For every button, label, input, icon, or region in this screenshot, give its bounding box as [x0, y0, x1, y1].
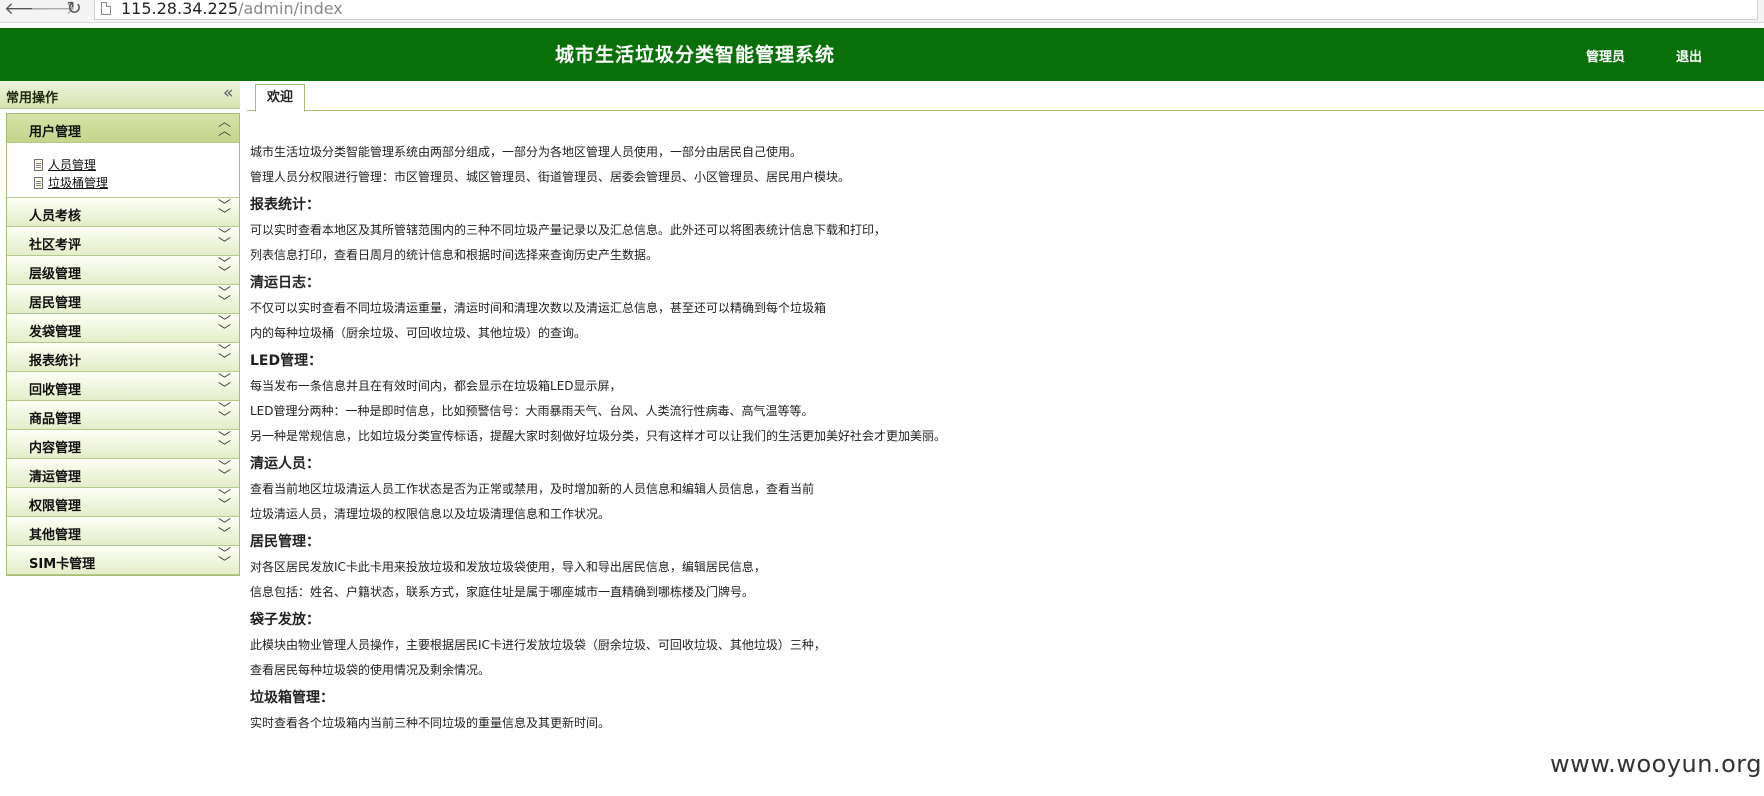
chevron-down-icon: ﹀ ﹀ — [217, 315, 231, 339]
url-path: /admin/index — [238, 0, 343, 18]
sidebar-section-label: 层级管理 — [29, 267, 82, 282]
chevron-down-icon: ﹀ ﹀ — [217, 402, 231, 426]
sidebar-section-label: 回收管理 — [29, 383, 82, 398]
paragraph: LED管理分两种：一种是即时信息，比如预警信号：大雨暴雨天气、台风、人类流行性病… — [250, 404, 814, 418]
sidebar-section-product-management[interactable]: 商品管理 ﹀ ﹀ — [7, 401, 239, 430]
admin-user-label: 管理员 — [1586, 50, 1626, 65]
sidebar-section-label: 报表统计 — [29, 354, 82, 369]
paragraph: 每当发布一条信息并且在有效时间内，都会显示在垃圾箱LED显示屏， — [250, 379, 622, 393]
sidebar-section-label: 社区考评 — [29, 238, 82, 253]
sidebar-section-recycling-management[interactable]: 回收管理 ﹀ ﹀ — [7, 372, 239, 401]
reload-icon[interactable]: ↻ — [63, 0, 85, 20]
sidebar-section-body: 人员管理 垃圾桶管理 — [7, 143, 239, 198]
chevron-down-icon: ﹀ ﹀ — [217, 228, 231, 252]
page-title: 城市生活垃圾分类智能管理系统 — [554, 44, 835, 66]
sidebar-section-collection-management[interactable]: 清运管理 ﹀ ﹀ — [7, 459, 239, 488]
chevron-down-icon: ﹀ ﹀ — [217, 286, 231, 310]
paragraph: 可以实时查看本地区及其所管辖范围内的三种不同垃圾产量记录以及汇总信息。此外还可以… — [250, 223, 887, 237]
sidebar-item-trash-bin-management[interactable]: 垃圾桶管理 — [34, 174, 108, 191]
sidebar-section-label: SIM卡管理 — [29, 557, 96, 572]
section-heading: 报表统计： — [250, 197, 320, 213]
document-icon — [34, 177, 43, 189]
chevron-down-icon: ﹀ ﹀ — [217, 489, 231, 513]
section-heading: 居民管理： — [250, 534, 320, 550]
section-heading: 清运人员： — [250, 456, 320, 472]
paragraph: 对各区居民发放IC卡此卡用来投放垃圾和发放垃圾袋使用，导入和导出居民信息，编辑居… — [250, 560, 766, 574]
sidebar-section-permission-management[interactable]: 权限管理 ﹀ ﹀ — [7, 488, 239, 517]
paragraph: 城市生活垃圾分类智能管理系统由两部分组成，一部分为各地区管理人员使用，一部分由居… — [250, 145, 803, 159]
chevron-down-icon: ﹀ ﹀ — [217, 344, 231, 368]
sidebar-section-other-management[interactable]: 其他管理 ﹀ ﹀ — [7, 517, 239, 546]
back-arrow-icon[interactable]: 🡐 — [4, 0, 50, 20]
sidebar-section-label: 用户管理 — [29, 125, 82, 140]
sidebar-accordion: 用户管理 ︿ ︿ 人员管理 垃圾桶管理 人员考核 ﹀ ﹀ 社区考评 ﹀ ﹀ 层级管理 ﹀ ﹀ … — [6, 113, 240, 576]
sidebar-item-label: 人员管理 — [48, 158, 97, 172]
paragraph: 查看居民每种垃圾袋的使用情况及剩余情况。 — [250, 663, 491, 677]
paragraph: 内的每种垃圾桶（厨余垃圾、可回收垃圾、其他垃圾）的查询。 — [250, 326, 587, 340]
browser-toolbar: 🡐 🡒 ↻ 115.28.34.225/admin/index — [0, 0, 1764, 23]
paragraph: 垃圾清运人员，清理垃圾的权限信息以及垃圾清理信息和工作状况。 — [250, 507, 611, 521]
sidebar-section-bag-distribution[interactable]: 发袋管理 ﹀ ﹀ — [7, 314, 239, 343]
section-heading: 垃圾箱管理： — [250, 690, 334, 706]
chevron-down-icon: ﹀ ﹀ — [217, 199, 231, 223]
sidebar-section-label: 内容管理 — [29, 441, 82, 456]
sidebar-section-label: 商品管理 — [29, 412, 82, 427]
paragraph: 不仅可以实时查看不同垃圾清运重量，清运时间和清理次数以及清运汇总信息，甚至还可以… — [250, 301, 827, 315]
chevron-down-icon: ﹀ ﹀ — [217, 431, 231, 455]
sidebar: 常用操作 « 用户管理 ︿ ︿ 人员管理 垃圾桶管理 人员考核 ﹀ ﹀ 社区考评 ﹀ ﹀ … — [0, 81, 240, 796]
sidebar-section-sim-card-management[interactable]: SIM卡管理 ﹀ ﹀ — [7, 546, 239, 575]
tab-welcome[interactable]: 欢迎 — [255, 84, 306, 112]
paragraph: 另一种是常规信息，比如垃圾分类宣传标语，提醒大家时刻做好垃圾分类，只有这样才可以… — [250, 429, 947, 443]
paragraph: 列表信息打印，查看日周月的统计信息和根据时间选择来查询历史产生数据。 — [250, 248, 659, 262]
paragraph: 实时查看各个垃圾箱内当前三种不同垃圾的重量信息及其更新时间。 — [250, 716, 611, 730]
url-text: 115.28.34.225/admin/index — [121, 0, 343, 18]
sidebar-item-personnel-management[interactable]: 人员管理 — [34, 156, 96, 173]
sidebar-section-label: 清运管理 — [29, 470, 82, 485]
sidebar-section-label: 发袋管理 — [29, 325, 82, 340]
paragraph: 管理人员分权限进行管理：市区管理员、城区管理员、街道管理员、居委会管理员、小区管… — [250, 170, 851, 184]
document-icon — [34, 159, 43, 171]
chevron-down-icon: ﹀ ﹀ — [217, 547, 231, 571]
forward-arrow-icon[interactable]: 🡒 — [30, 0, 76, 20]
sidebar-section-label: 其他管理 — [29, 528, 82, 543]
sidebar-section-community-evaluation[interactable]: 社区考评 ﹀ ﹀ — [7, 227, 239, 256]
paragraph: 信息包括：姓名、户籍状态，联系方式，家庭住址是属于哪座城市一直精确到哪栋楼及门牌… — [250, 585, 755, 599]
tab-bar: 欢迎 — [247, 81, 1764, 112]
watermark: www.wooyun.org — [1550, 750, 1762, 778]
chevron-down-icon: ﹀ ﹀ — [217, 257, 231, 281]
chevron-up-icon: ︿ ︿ — [217, 115, 231, 139]
sidebar-title: 常用操作 — [6, 91, 59, 106]
sidebar-section-staff-assessment[interactable]: 人员考核 ﹀ ﹀ — [7, 198, 239, 227]
logout-link[interactable]: 退出 — [1676, 46, 1702, 65]
chevron-down-icon: ﹀ ﹀ — [217, 518, 231, 542]
sidebar-section-user-management[interactable]: 用户管理 ︿ ︿ — [7, 114, 239, 143]
page-icon — [101, 2, 111, 15]
sidebar-section-level-management[interactable]: 层级管理 ﹀ ﹀ — [7, 256, 239, 285]
sidebar-section-label: 权限管理 — [29, 499, 82, 514]
section-heading: 袋子发放： — [250, 612, 320, 628]
sidebar-header: 常用操作 « — [0, 81, 240, 109]
sidebar-section-label: 居民管理 — [29, 296, 82, 311]
sidebar-section-resident-management[interactable]: 居民管理 ﹀ ﹀ — [7, 285, 239, 314]
sidebar-section-content-management[interactable]: 内容管理 ﹀ ﹀ — [7, 430, 239, 459]
sidebar-section-report-statistics[interactable]: 报表统计 ﹀ ﹀ — [7, 343, 239, 372]
sidebar-section-label: 人员考核 — [29, 209, 82, 224]
paragraph: 查看当前地区垃圾清运人员工作状态是否为正常或禁用，及时增加新的人员信息和编辑人员… — [250, 482, 815, 496]
site-header: 城市生活垃圾分类智能管理系统 管理员 退出 — [0, 28, 1764, 81]
address-bar[interactable]: 115.28.34.225/admin/index — [94, 0, 1758, 20]
chevron-down-icon: ﹀ ﹀ — [217, 460, 231, 484]
section-heading: 清运日志： — [250, 275, 320, 291]
section-heading: LED管理： — [250, 353, 323, 369]
collapse-sidebar-icon[interactable]: « — [223, 83, 233, 103]
paragraph: 此模块由物业管理人员操作，主要根据居民IC卡进行发放垃圾袋（厨余垃圾、可回收垃圾… — [250, 638, 826, 652]
chevron-down-icon: ﹀ ﹀ — [217, 373, 231, 397]
welcome-content: 城市生活垃圾分类智能管理系统由两部分组成，一部分为各地区管理人员使用，一部分由居… — [250, 140, 1730, 736]
url-host: 115.28.34.225 — [121, 0, 239, 18]
sidebar-item-label: 垃圾桶管理 — [48, 176, 109, 190]
